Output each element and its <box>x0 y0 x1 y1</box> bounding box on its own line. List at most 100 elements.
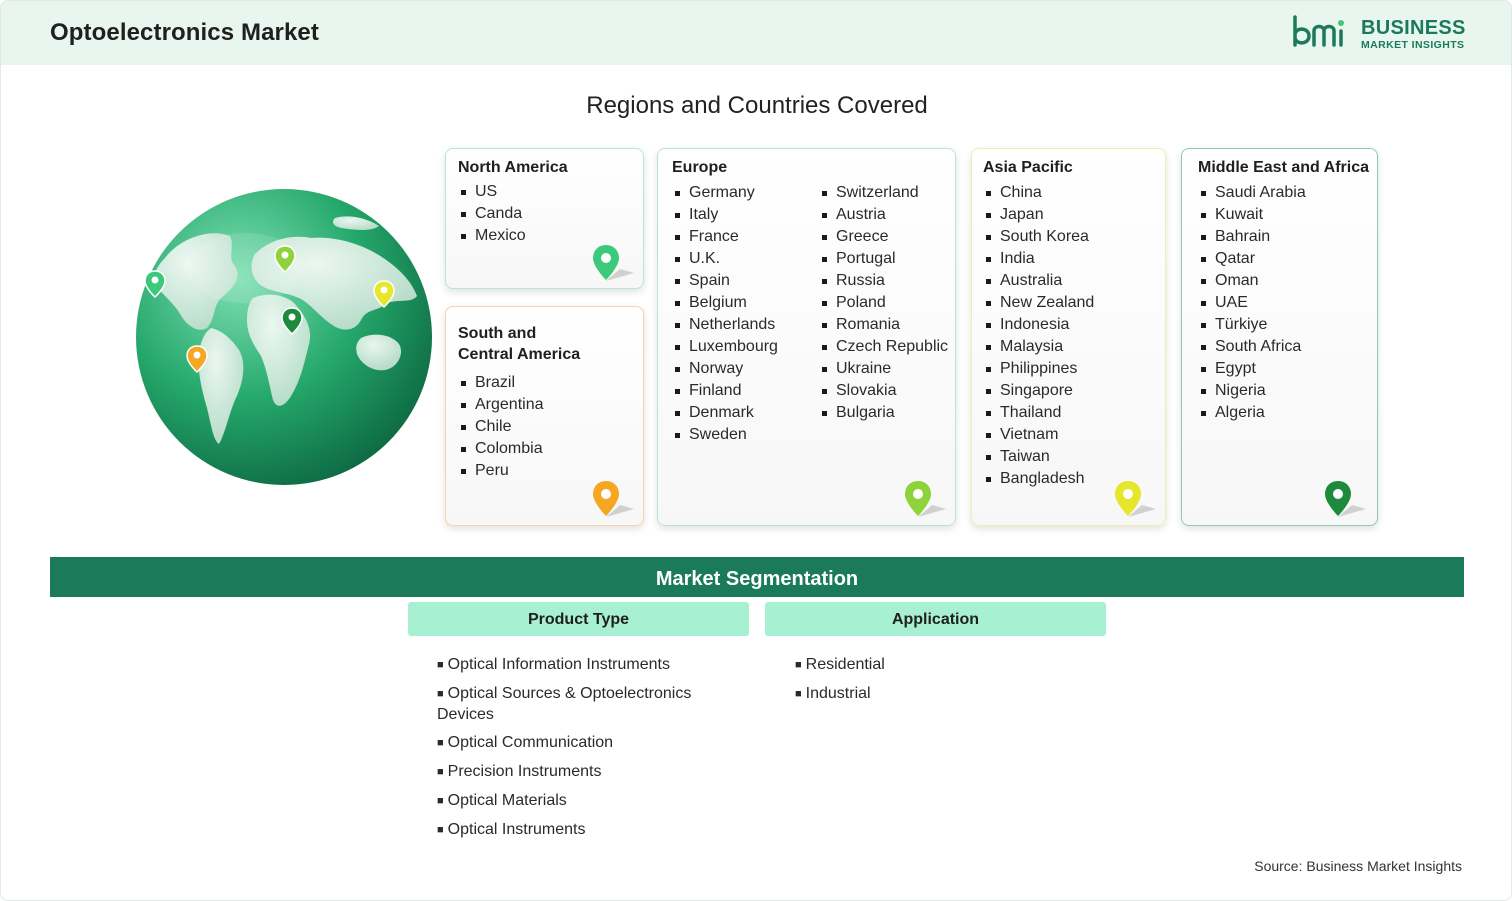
list-item: Czech Republic <box>819 336 948 358</box>
list-item: Poland <box>819 292 948 314</box>
region-heading: Middle East and Africa <box>1198 159 1369 176</box>
segmentation-title-bar: Market Segmentation <box>50 557 1464 597</box>
list-item: France <box>672 226 778 248</box>
region-heading-line: South and <box>458 325 537 342</box>
region-card-north-america: North America US Canda Mexico <box>445 148 644 289</box>
list-item-label: Optical Sources & Optoelectronics Device… <box>437 685 692 723</box>
list-item: Chile <box>458 416 544 438</box>
map-pin-icon <box>593 245 634 281</box>
globe-icon <box>136 189 432 485</box>
application-list: ■ Residential ■ Industrial <box>795 655 1095 713</box>
source-note: Source: Business Market Insights <box>1254 858 1462 874</box>
list-item: Spain <box>672 270 778 292</box>
brand-logo: BUSINESS MARKET INSIGHTS <box>1291 15 1466 53</box>
map-pin-icon <box>1325 481 1366 517</box>
region-card-south-america: South and Central America Brazil Argenti… <box>445 306 644 526</box>
logo-text-market-insights: MARKET INSIGHTS <box>1361 39 1465 51</box>
list-item: Kuwait <box>1198 204 1306 226</box>
region-heading: Europe <box>672 159 728 176</box>
list-item: Luxembourg <box>672 336 778 358</box>
list-item: Finland <box>672 380 778 402</box>
list-item: Oman <box>1198 270 1306 292</box>
square-bullet-icon: ■ <box>437 688 444 700</box>
list-item: Greece <box>819 226 948 248</box>
list-item: Vietnam <box>983 424 1094 446</box>
list-item: Bangladesh <box>983 468 1094 490</box>
list-item: Japan <box>983 204 1094 226</box>
list-item: Romania <box>819 314 948 336</box>
list-item-label: Optical Information Instruments <box>447 656 670 673</box>
square-bullet-icon: ■ <box>437 795 444 807</box>
list-item-label: Precision Instruments <box>447 763 602 780</box>
list-item: Singapore <box>983 380 1094 402</box>
list-item: India <box>983 248 1094 270</box>
product-type-header: Product Type <box>408 602 749 636</box>
list-item: ■ Precision Instruments <box>437 762 737 783</box>
region-card-asia-pacific: Asia Pacific China Japan South Korea Ind… <box>971 148 1166 526</box>
list-item: Nigeria <box>1198 380 1306 402</box>
list-item-label: Optical Materials <box>447 792 567 809</box>
list-item: Australia <box>983 270 1094 292</box>
page-frame: Optoelectronics Market BUSINESS MARKET I… <box>0 0 1512 901</box>
list-item: ■ Residential <box>795 655 1095 676</box>
country-list: US Canda Mexico <box>458 181 526 247</box>
map-pin-icon <box>593 481 634 517</box>
list-item: Türkiye <box>1198 314 1306 336</box>
map-pin-icon <box>905 481 946 517</box>
list-item: Peru <box>458 460 544 482</box>
list-item-label: Optical Instruments <box>447 821 586 838</box>
list-item: ■ Optical Communication <box>437 733 737 754</box>
square-bullet-icon: ■ <box>795 659 802 671</box>
list-item: Argentina <box>458 394 544 416</box>
square-bullet-icon: ■ <box>437 766 444 778</box>
list-item-label: Industrial <box>805 685 871 702</box>
country-list: China Japan South Korea India Australia … <box>983 182 1094 490</box>
list-item: Italy <box>672 204 778 226</box>
list-item: Qatar <box>1198 248 1306 270</box>
country-list: Brazil Argentina Chile Colombia Peru <box>458 372 544 482</box>
list-item: Denmark <box>672 402 778 424</box>
list-item: South Africa <box>1198 336 1306 358</box>
list-item: Bahrain <box>1198 226 1306 248</box>
product-type-list: ■ Optical Information Instruments ■ Optica… <box>437 655 737 849</box>
list-item: Mexico <box>458 225 526 247</box>
list-item: Saudi Arabia <box>1198 182 1306 204</box>
logo-text-business: BUSINESS <box>1361 17 1466 39</box>
list-item: Slovakia <box>819 380 948 402</box>
list-item: Netherlands <box>672 314 778 336</box>
map-pin-icon <box>1115 481 1156 517</box>
list-item: New Zealand <box>983 292 1094 314</box>
list-item-label: Residential <box>805 656 885 673</box>
list-item: Canda <box>458 203 526 225</box>
list-item: ■ Optical Information Instruments <box>437 655 737 676</box>
header-bar: Optoelectronics Market BUSINESS MARKET I… <box>1 1 1511 65</box>
region-heading: Asia Pacific <box>983 159 1073 176</box>
list-item: ■ Optical Sources & Optoelectronics Devic… <box>437 684 737 725</box>
page-title: Optoelectronics Market <box>50 19 319 46</box>
list-item: US <box>458 181 526 203</box>
application-header: Application <box>765 602 1106 636</box>
region-heading-line: Central America <box>458 346 581 363</box>
region-card-middle-east-africa: Middle East and Africa Saudi Arabia Kuwa… <box>1181 148 1378 526</box>
list-item: Switzerland <box>819 182 948 204</box>
region-card-europe: Europe Germany Italy France U.K. Spain B… <box>657 148 956 526</box>
list-item: China <box>983 182 1094 204</box>
list-item: Austria <box>819 204 948 226</box>
list-item: Algeria <box>1198 402 1306 424</box>
list-item: Germany <box>672 182 778 204</box>
country-list: Saudi Arabia Kuwait Bahrain Qatar Oman U… <box>1198 182 1306 424</box>
list-item: Egypt <box>1198 358 1306 380</box>
list-item: South Korea <box>983 226 1094 248</box>
list-item: Belgium <box>672 292 778 314</box>
list-item: Colombia <box>458 438 544 460</box>
square-bullet-icon: ■ <box>437 659 444 671</box>
list-item: Norway <box>672 358 778 380</box>
list-item: ■ Optical Instruments <box>437 820 737 841</box>
region-heading: South and Central America <box>458 323 580 365</box>
list-item: Philippines <box>983 358 1094 380</box>
list-item: Indonesia <box>983 314 1094 336</box>
list-item: U.K. <box>672 248 778 270</box>
list-item: Ukraine <box>819 358 948 380</box>
list-item: Russia <box>819 270 948 292</box>
list-item: UAE <box>1198 292 1306 314</box>
